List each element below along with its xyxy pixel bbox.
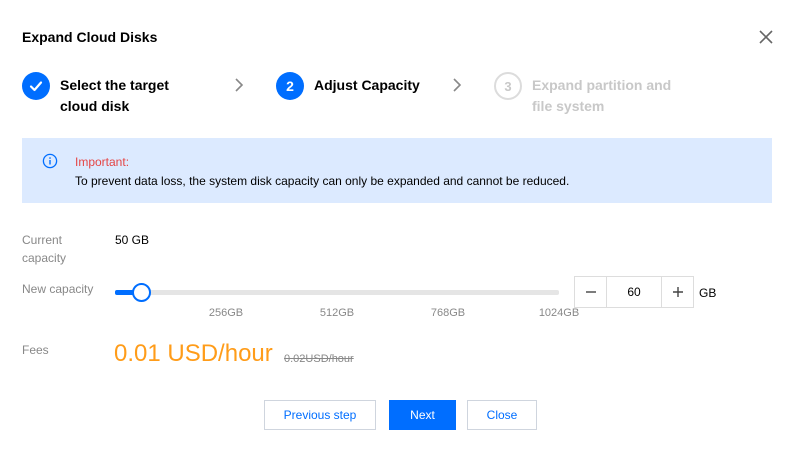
dialog-title: Expand Cloud Disks — [22, 29, 158, 45]
current-capacity-label-line1: Current — [22, 233, 63, 247]
step-2-number: 2 — [276, 72, 304, 100]
info-icon — [42, 153, 58, 169]
step-3-label: Expand partition and file system — [532, 72, 671, 117]
expand-cloud-disks-dialog: Expand Cloud Disks Select the target clo… — [0, 0, 798, 450]
step-1-done-circle — [22, 72, 50, 100]
current-capacity-value: 50 GB — [115, 233, 150, 247]
notice-title: Important: — [75, 155, 130, 169]
check-icon — [29, 81, 43, 92]
close-icon[interactable] — [757, 28, 775, 46]
slider-tick-256gb: 256GB — [208, 307, 244, 319]
chevron-right-icon — [453, 78, 462, 92]
increase-button[interactable] — [662, 277, 693, 307]
current-capacity-label-line2: capacity — [22, 251, 67, 265]
slider-tick-768gb: 768GB — [430, 307, 466, 319]
step-2-label-line1: Adjust Capacity — [314, 77, 420, 93]
step-1-label: Select the target cloud disk — [60, 72, 169, 117]
step-3-number: 3 — [494, 72, 522, 100]
new-capacity-label: New capacity — [22, 282, 94, 296]
slider-tick-1024gb: 1024GB — [538, 307, 580, 319]
step-3-label-line1: Expand partition and — [532, 77, 672, 93]
previous-step-button[interactable]: Previous step — [264, 400, 376, 430]
step-select-target: Select the target cloud disk — [22, 72, 169, 117]
fee-original-price: 0.02USD/hour — [284, 353, 354, 365]
capacity-unit: GB — [699, 286, 717, 300]
plus-icon — [672, 287, 683, 297]
capacity-stepper — [574, 276, 694, 308]
fees-label: Fees — [22, 343, 49, 357]
chevron-right-icon — [235, 78, 244, 92]
capacity-slider-track[interactable] — [115, 290, 559, 295]
step-adjust-capacity: 2 Adjust Capacity — [276, 72, 420, 100]
step-expand-partition: 3 Expand partition and file system — [494, 72, 671, 117]
decrease-button[interactable] — [575, 277, 606, 307]
current-capacity-label: Current capacity — [22, 231, 66, 267]
capacity-slider-handle[interactable] — [132, 283, 152, 302]
notice-text: To prevent data loss, the system disk ca… — [75, 174, 570, 188]
important-notice: Important: To prevent data loss, the sys… — [22, 138, 772, 203]
step-3-label-line2: file system — [532, 98, 605, 114]
fee-price: 0.01 USD/hour — [114, 340, 273, 367]
next-button[interactable]: Next — [389, 400, 456, 430]
minus-icon — [585, 291, 596, 293]
step-1-label-line2: cloud disk — [60, 98, 130, 114]
slider-tick-512gb: 512GB — [319, 307, 355, 319]
step-2-label: Adjust Capacity — [314, 72, 420, 96]
close-button[interactable]: Close — [467, 400, 537, 430]
step-1-label-line1: Select the target — [60, 77, 169, 93]
capacity-input[interactable] — [606, 277, 662, 307]
